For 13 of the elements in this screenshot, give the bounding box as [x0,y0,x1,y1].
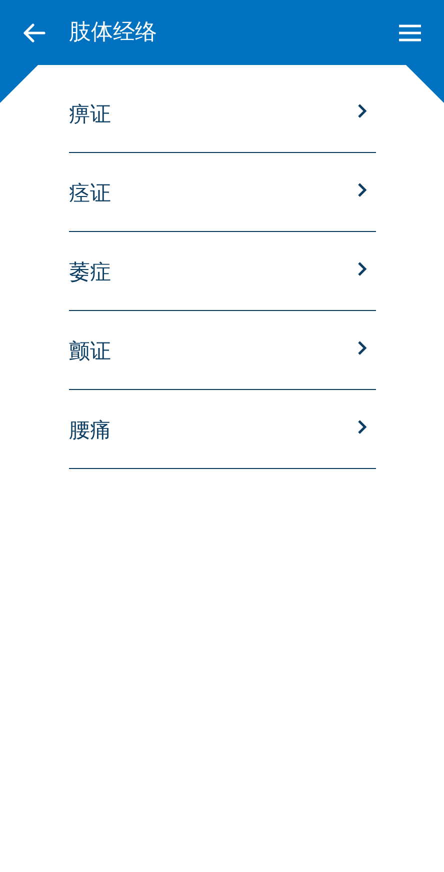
chevron-right-icon [357,418,367,434]
screen-title: 肢体经络 [69,19,158,47]
list-item[interactable]: 痹证 [69,74,376,153]
chevron-right-icon [357,182,367,198]
chevron-right-icon [357,102,367,118]
chevron-right-icon [357,260,367,276]
back-arrow-icon[interactable] [22,22,46,42]
list-item[interactable]: 萎症 [69,232,376,311]
menu-icon[interactable] [398,24,422,42]
list-item[interactable]: 痉证 [69,153,376,232]
list-item[interactable]: 颤证 [69,311,376,390]
chevron-right-icon [357,340,367,356]
list-item[interactable]: 腰痛 [69,390,376,469]
